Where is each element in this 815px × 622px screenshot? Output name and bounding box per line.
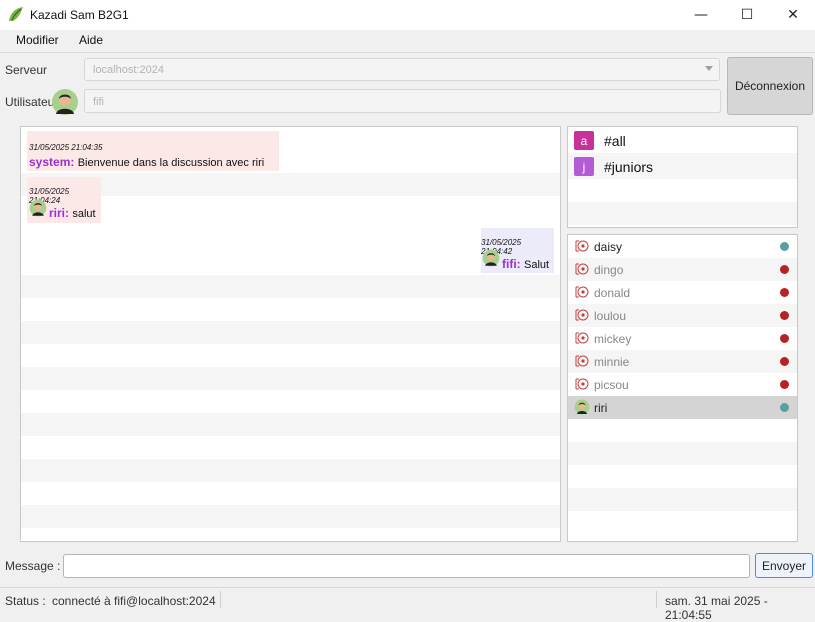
message-author: system:	[29, 155, 75, 169]
offline-user-icon	[575, 240, 589, 252]
message-timestamp: 31/05/2025 21:04:35	[29, 143, 103, 152]
offline-user-icon	[575, 332, 589, 344]
channel-name: #all	[604, 133, 626, 149]
chat-message: 31/05/2025 21:04:42 fifi: Salut	[481, 228, 554, 273]
message-text: salut	[72, 208, 96, 220]
user-name: dingo	[594, 263, 624, 277]
channel-item-juniors[interactable]: j #juniors	[568, 153, 797, 179]
user-item-picsou[interactable]: picsou	[568, 373, 797, 396]
app-icon	[9, 7, 23, 21]
user-item-donald[interactable]: donald	[568, 281, 797, 304]
user-item-riri[interactable]: riri	[568, 396, 797, 419]
server-label: Serveur	[5, 63, 48, 77]
user-item-daisy[interactable]: daisy	[568, 235, 797, 258]
status-datetime: sam. 31 mai 2025 - 21:04:55	[665, 594, 768, 622]
chat-row-stripe	[21, 505, 560, 528]
status-dot-offline	[780, 334, 789, 343]
maximize-button[interactable]: ☐	[724, 0, 770, 30]
menu-bar	[0, 30, 815, 53]
user-item-mickey[interactable]: mickey	[568, 327, 797, 350]
channel-badge: a	[574, 131, 594, 150]
menu-modifier[interactable]: Modifier	[16, 33, 59, 47]
status-dot-offline	[780, 380, 789, 389]
minimize-icon: —	[694, 7, 708, 23]
status-dot-offline	[780, 288, 789, 297]
user-name: donald	[594, 286, 631, 300]
chat-history[interactable]: 31/05/2025 21:04:35 system: Bienvenue da…	[20, 126, 561, 542]
user-name: picsou	[594, 378, 629, 392]
user-name: mickey	[594, 332, 632, 346]
chat-row-stripe	[21, 275, 560, 298]
offline-user-icon	[575, 355, 589, 367]
channel-row-stripe	[568, 202, 797, 225]
message-author: fifi:	[502, 257, 521, 271]
message-label: Message :	[5, 559, 61, 573]
server-select[interactable]: localhost:2024	[84, 58, 720, 81]
username-field[interactable]: fifi	[84, 89, 721, 113]
message-text: Bienvenue dans la discussion avec riri	[77, 157, 265, 169]
window-title: Kazadi Sam B2G1	[30, 8, 129, 22]
close-icon: ✕	[787, 7, 799, 23]
user-item-loulou[interactable]: loulou	[568, 304, 797, 327]
channel-item-all[interactable]: a #all	[568, 127, 797, 153]
send-button[interactable]: Envoyer	[755, 553, 813, 578]
user-list: daisy dingo donald loulou mickey minnie picsou…	[567, 234, 798, 542]
avatar-icon	[574, 399, 590, 415]
disconnect-button[interactable]: Déconnexion	[727, 57, 813, 115]
message-input[interactable]	[63, 554, 750, 578]
minimize-button[interactable]: —	[678, 0, 724, 30]
chat-row-stripe	[21, 367, 560, 390]
message-text: Salut	[524, 259, 550, 271]
avatar-icon	[29, 199, 47, 217]
chat-row-stripe	[21, 321, 560, 344]
chat-message: 31/05/2025 21:04:24 riri: salut	[27, 177, 101, 223]
user-row-stripe	[568, 488, 797, 511]
user-name: loulou	[594, 309, 627, 323]
user-name: minnie	[594, 355, 630, 369]
status-dot-offline	[780, 311, 789, 320]
server-value: localhost:2024	[93, 64, 164, 76]
chevron-down-icon	[705, 66, 713, 71]
status-label: Status :	[5, 594, 46, 608]
offline-user-icon	[575, 263, 589, 275]
menu-aide[interactable]: Aide	[79, 33, 103, 47]
channel-badge: j	[574, 157, 594, 176]
user-avatar-icon	[52, 89, 78, 115]
offline-user-icon	[575, 286, 589, 298]
status-dot-offline	[780, 357, 789, 366]
chat-row-stripe	[21, 413, 560, 436]
close-window-button[interactable]: ✕	[770, 0, 815, 30]
user-row-stripe	[568, 442, 797, 465]
channel-list: a #all j #juniors	[567, 126, 798, 228]
channel-name: #juniors	[604, 159, 654, 175]
status-dot-offline	[780, 265, 789, 274]
avatar-icon	[482, 249, 500, 267]
user-name: riri	[594, 401, 608, 415]
username-value: fifi	[93, 96, 104, 108]
chat-row-stripe	[21, 173, 560, 196]
status-divider	[656, 591, 657, 608]
user-item-dingo[interactable]: dingo	[568, 258, 797, 281]
offline-user-icon	[575, 378, 589, 390]
status-dot-online	[780, 242, 789, 251]
maximize-icon: ☐	[740, 7, 754, 23]
user-item-minnie[interactable]: minnie	[568, 350, 797, 373]
offline-user-icon	[575, 309, 589, 321]
status-dot-online	[780, 403, 789, 412]
status-divider	[220, 591, 221, 608]
chat-message: 31/05/2025 21:04:35 system: Bienvenue da…	[27, 131, 279, 171]
chat-row-stripe	[21, 459, 560, 482]
user-name: daisy	[594, 240, 623, 254]
message-author: riri:	[49, 206, 70, 220]
status-text: connecté à fifi@localhost:2024	[52, 594, 216, 608]
